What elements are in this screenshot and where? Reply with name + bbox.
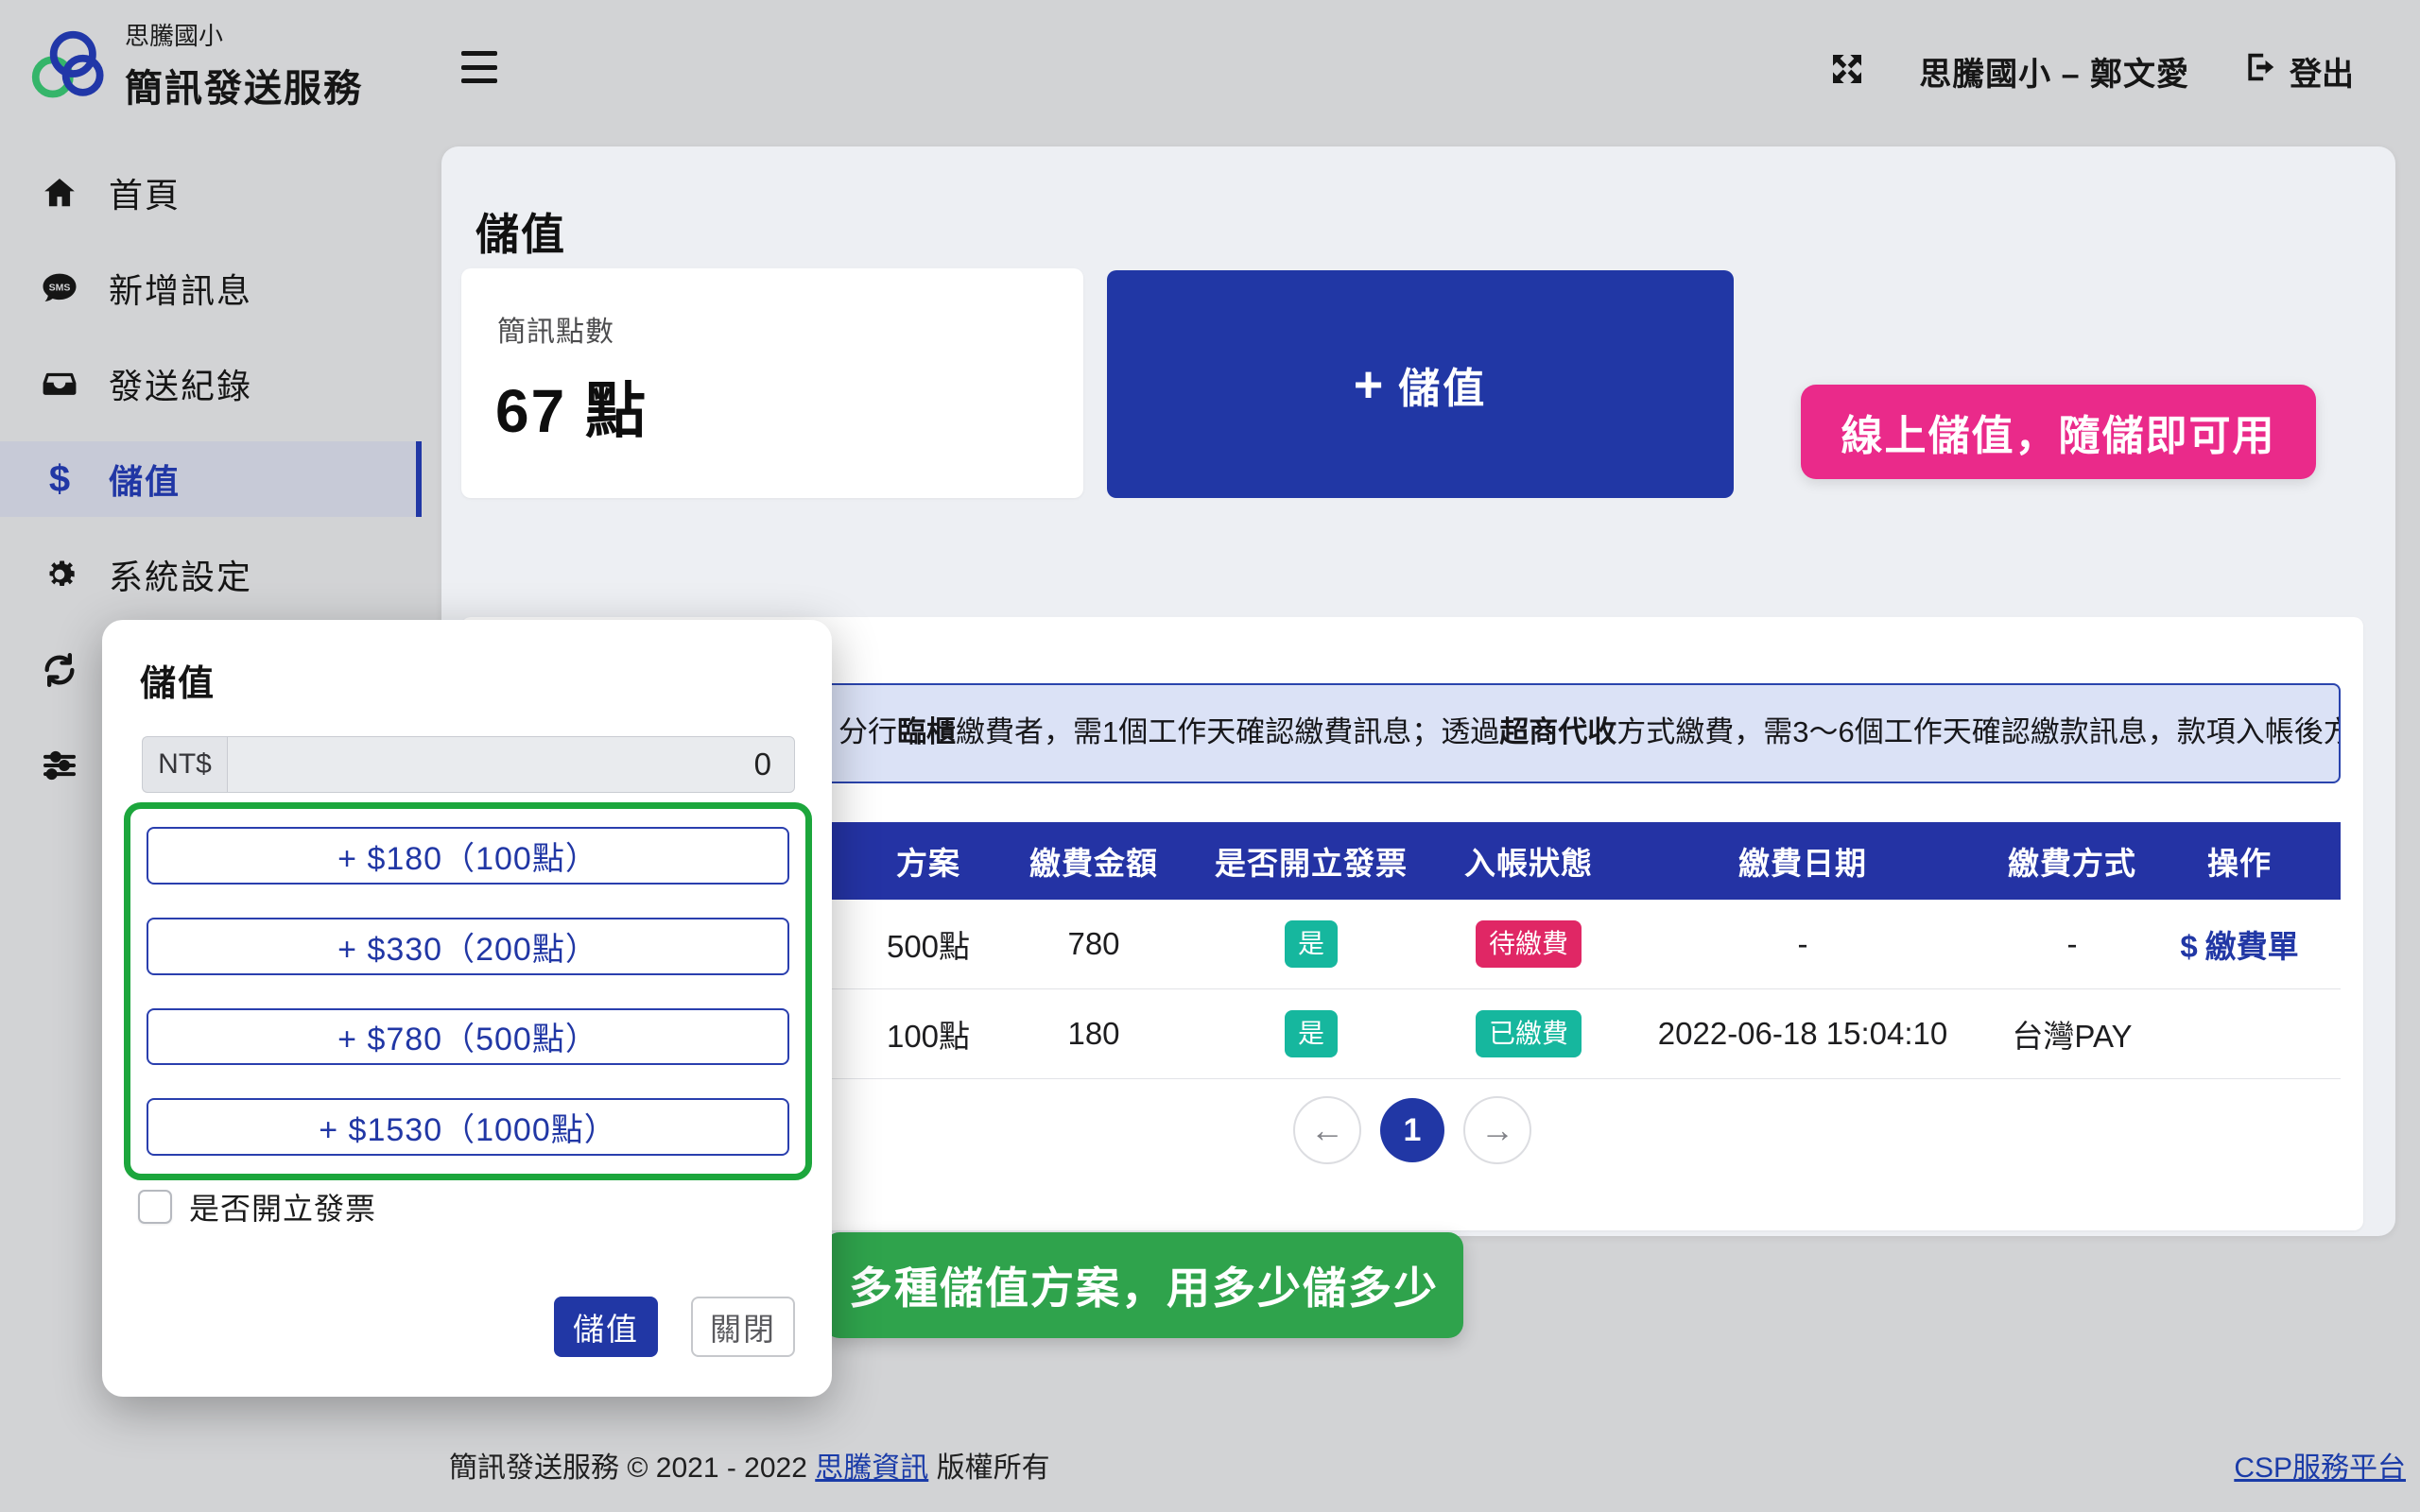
sidebar-item-topup[interactable]: $儲值 bbox=[0, 441, 422, 517]
multi-plan-annotation-badge: 多種儲值方案，用多少儲多少 bbox=[824, 1232, 1463, 1338]
invoice-checkbox-label: 是否開立發票 bbox=[189, 1185, 376, 1228]
currency-prefix-label: NT$ bbox=[142, 736, 227, 793]
points-summary-card: 簡訊點數 67 點 bbox=[461, 268, 1083, 498]
current-page-button[interactable]: 1 bbox=[1380, 1098, 1444, 1162]
menu-toggle-icon[interactable] bbox=[461, 51, 497, 83]
plan-options-highlight-box: + $180（100點） + $330（200點） + $780（500點） + $1… bbox=[124, 802, 812, 1180]
logout-button[interactable]: 登出 bbox=[2242, 48, 2354, 94]
brand-service-name: 簡訊發送服務 bbox=[125, 58, 363, 112]
cell-plan: 100點 bbox=[834, 989, 1023, 1079]
footer-copyright: 簡訊發送服務 © 2021 - 2022 思騰資訊 版權所有 bbox=[449, 1444, 1050, 1486]
sidebar-item-system-settings[interactable]: 系統設定 bbox=[0, 537, 422, 612]
invoice-option-row: 是否開立發票 bbox=[138, 1185, 376, 1228]
modal-close-button[interactable]: 關閉 bbox=[691, 1297, 795, 1357]
topbar: 思騰國小 – 鄭文愛 登出 bbox=[422, 0, 2420, 142]
modal-submit-button[interactable]: 儲值 bbox=[554, 1297, 658, 1357]
table-header-cell: 操作 bbox=[2138, 822, 2341, 900]
brand: 思騰國小 簡訊發送服務 bbox=[28, 17, 363, 112]
sidebar-item-home[interactable]: 首頁 bbox=[0, 155, 422, 231]
sliders-icon bbox=[39, 747, 80, 784]
table-header-cell: 繳費方式 bbox=[2006, 822, 2138, 900]
fullscreen-icon[interactable] bbox=[1828, 50, 1866, 93]
inbox-icon bbox=[39, 366, 80, 402]
topup-modal: 儲值 NT$ + $180（100點） + $330（200點） + $780（50… bbox=[102, 620, 832, 1397]
table-header-cell: 繳費日期 bbox=[1599, 822, 2006, 900]
points-value: 67 點 bbox=[495, 363, 648, 450]
invoice-badge: 是 bbox=[1285, 1010, 1338, 1057]
current-user-label: 思騰國小 – 鄭文愛 bbox=[1919, 48, 2189, 94]
table-header-cell: 方案 bbox=[834, 822, 1023, 900]
invoice-checkbox[interactable] bbox=[138, 1190, 172, 1224]
amount-input[interactable] bbox=[227, 736, 795, 793]
cell-date: 2022-06-18 15:04:10 bbox=[1599, 989, 2006, 1079]
dollar-icon: $ bbox=[39, 458, 80, 501]
brand-logo-icon bbox=[28, 19, 110, 111]
online-topup-annotation-badge: 線上儲值，隨儲即可用 bbox=[1801, 385, 2316, 479]
cell-date: - bbox=[1599, 900, 2006, 989]
csp-platform-link[interactable]: CSP服務平台 bbox=[2234, 1444, 2406, 1486]
cell-amount: 180 bbox=[1023, 989, 1165, 1079]
plan-button[interactable]: + $330（200點） bbox=[147, 918, 789, 975]
sms-icon: SMS bbox=[39, 269, 80, 307]
pay-slip-link[interactable]: $繳費單 bbox=[2180, 929, 2298, 964]
plan-button[interactable]: + $1530（1000點） bbox=[147, 1098, 789, 1156]
next-page-button[interactable]: → bbox=[1463, 1096, 1531, 1164]
dollar-icon: $ bbox=[2180, 929, 2197, 964]
plan-button[interactable]: + $780（500點） bbox=[147, 1008, 789, 1066]
brand-school-name: 思騰國小 bbox=[125, 17, 363, 52]
refresh-icon bbox=[39, 651, 80, 689]
status-badge: 待繳費 bbox=[1476, 920, 1582, 968]
plus-icon: + bbox=[1354, 359, 1384, 410]
cell-plan: 500點 bbox=[834, 900, 1023, 989]
topup-button[interactable]: + 儲值 bbox=[1107, 270, 1734, 498]
sidebar-item-send-history[interactable]: 發送紀錄 bbox=[0, 346, 422, 421]
amount-input-group: NT$ bbox=[142, 736, 795, 793]
status-badge: 已繳費 bbox=[1476, 1010, 1582, 1057]
svg-text:SMS: SMS bbox=[49, 283, 71, 294]
company-link[interactable]: 思騰資訊 bbox=[815, 1452, 928, 1484]
table-header-cell: 入帳狀態 bbox=[1458, 822, 1599, 900]
table-header-cell: 是否開立發票 bbox=[1165, 822, 1458, 900]
prev-page-button[interactable]: ← bbox=[1293, 1096, 1361, 1164]
modal-title: 儲值 bbox=[140, 654, 216, 706]
gear-icon bbox=[39, 556, 80, 593]
sidebar-item-new-message[interactable]: SMS新增訊息 bbox=[0, 250, 422, 326]
invoice-badge: 是 bbox=[1285, 920, 1338, 968]
cell-method: - bbox=[2006, 900, 2138, 989]
cell-amount: 780 bbox=[1023, 900, 1165, 989]
table-header-cell: 繳費金額 bbox=[1023, 822, 1165, 900]
points-label: 簡訊點數 bbox=[497, 308, 614, 350]
plan-button[interactable]: + $180（100點） bbox=[147, 827, 789, 885]
cell-method: 台灣PAY bbox=[2006, 989, 2138, 1079]
logout-icon bbox=[2242, 49, 2278, 94]
home-icon bbox=[39, 175, 80, 211]
page-title: 儲值 bbox=[475, 200, 566, 263]
